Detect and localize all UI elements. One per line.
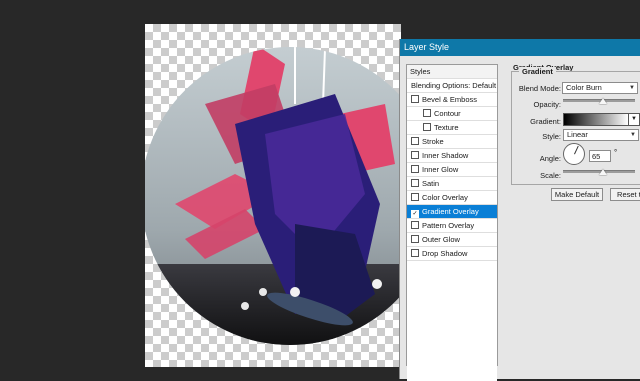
style-item[interactable]: Outer Glow [407, 233, 497, 247]
style-item[interactable]: Bevel & Emboss [407, 93, 497, 107]
angle-dial-needle [574, 145, 579, 155]
style-item[interactable]: ✓ Gradient Overlay [407, 205, 497, 219]
style-item[interactable]: Inner Shadow [407, 149, 497, 163]
reset-to-default-button[interactable]: Reset to [610, 188, 640, 201]
checkbox[interactable] [411, 95, 419, 103]
style-item-label: Texture [434, 123, 459, 132]
style-item-label: Blending Options: Default [411, 81, 497, 90]
chevron-down-icon: ▼ [630, 132, 636, 138]
style-item-label: Contour [434, 109, 461, 118]
style-item[interactable]: Blending Options: Default [407, 79, 497, 93]
chevron-down-icon: ▼ [629, 85, 635, 91]
checkbox[interactable] [411, 221, 419, 229]
checkbox[interactable] [411, 249, 419, 257]
style-item-label: Outer Glow [422, 235, 460, 244]
chevron-down-icon[interactable]: ▼ [628, 113, 640, 126]
styles-header[interactable]: Styles [407, 65, 497, 79]
styles-list[interactable]: Styles Blending Options: Default Bevel & … [406, 64, 498, 381]
checkbox[interactable] [423, 109, 431, 117]
style-item[interactable]: Inner Glow [407, 163, 497, 177]
make-default-button[interactable]: Make Default [551, 188, 603, 201]
blend-mode-label: Blend Mode: [518, 84, 561, 93]
blend-mode-value: Color Burn [566, 83, 602, 92]
artwork-image [145, 47, 401, 345]
check-mark-icon[interactable]: ✓ [411, 210, 419, 218]
style-item[interactable]: Stroke [407, 135, 497, 149]
style-item-label: Inner Shadow [422, 151, 469, 160]
style-item-label: Bevel & Emboss [422, 95, 478, 104]
checkbox[interactable] [411, 137, 419, 145]
blend-mode-select[interactable]: Color Burn ▼ [562, 82, 638, 94]
checkbox[interactable] [411, 179, 419, 187]
style-item-label: Pattern Overlay [422, 221, 475, 230]
style-item[interactable]: Color Overlay [407, 191, 497, 205]
style-value: Linear [567, 130, 588, 139]
degree-unit: ° [614, 148, 618, 157]
document-canvas[interactable] [145, 24, 401, 367]
style-item[interactable]: Satin [407, 177, 497, 191]
checkbox[interactable] [411, 193, 419, 201]
angle-label: Angle: [539, 154, 561, 163]
dialog-title[interactable]: Layer Style [400, 39, 640, 56]
checkbox[interactable] [411, 165, 419, 173]
group-title: Gradient [519, 67, 556, 76]
layer-style-dialog[interactable]: Layer Style Styles Blending Options: Def… [399, 39, 640, 381]
style-item-label: Inner Glow [422, 165, 459, 174]
style-item[interactable]: Texture [407, 121, 497, 135]
style-item-label: Satin [422, 179, 440, 188]
checkbox[interactable] [411, 151, 419, 159]
opacity-label: Opacity: [533, 100, 561, 109]
checkbox[interactable] [411, 235, 419, 243]
gradient-label: Gradient: [530, 117, 561, 126]
opacity-slider-thumb[interactable] [598, 98, 607, 104]
style-item-label: Drop Shadow [422, 249, 468, 258]
angle-dial[interactable] [563, 143, 585, 165]
style-item-label: Gradient Overlay [422, 207, 479, 216]
style-item[interactable]: Contour [407, 107, 497, 121]
scale-slider-thumb[interactable] [598, 169, 607, 175]
style-item-label: Color Overlay [422, 193, 468, 202]
style-label: Style: [542, 132, 561, 141]
style-item-label: Stroke [422, 137, 444, 146]
style-item[interactable]: Pattern Overlay [407, 219, 497, 233]
gradient-picker[interactable] [563, 113, 629, 126]
checkbox[interactable] [423, 123, 431, 131]
style-select[interactable]: Linear ▼ [563, 129, 639, 141]
style-item[interactable]: Drop Shadow [407, 247, 497, 261]
gradient-overlay-panel: Gradient Overlay Gradient Blend Mode: Co… [505, 62, 640, 362]
styles-list-empty-area [407, 261, 497, 381]
angle-input[interactable]: 65 [589, 150, 611, 162]
scale-label: Scale: [540, 171, 561, 180]
